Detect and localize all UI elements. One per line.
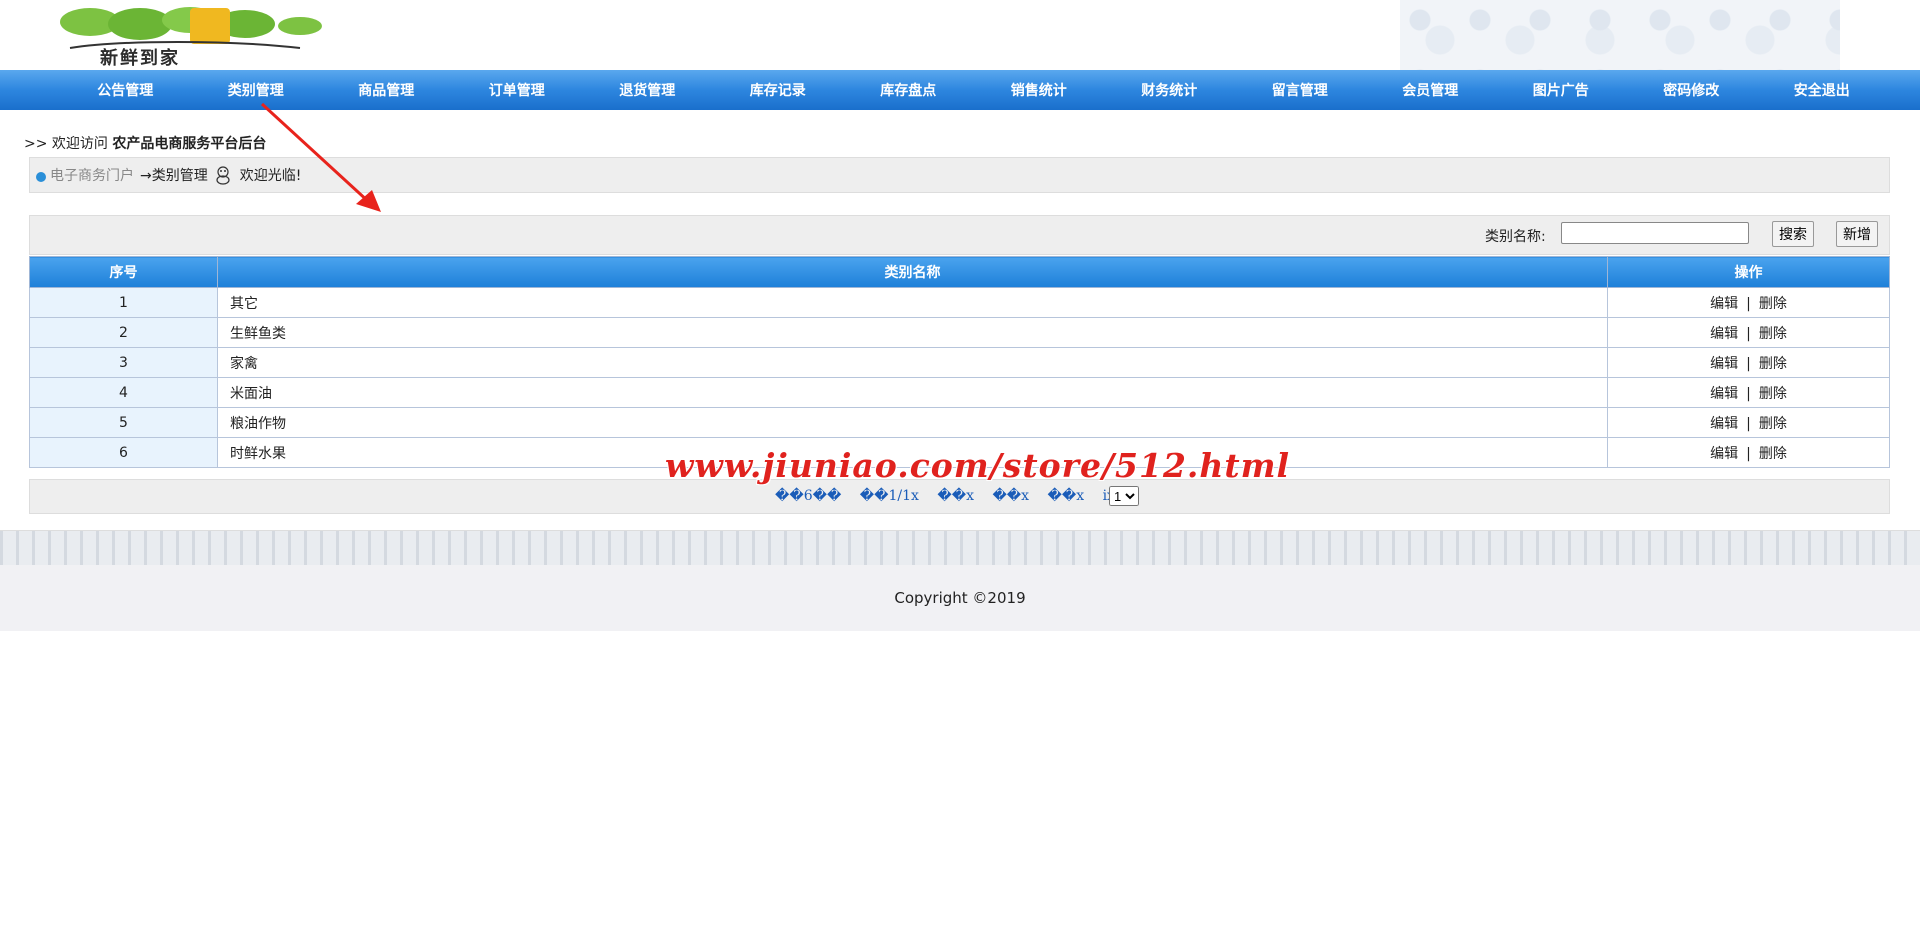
breadcrumb-greeting: 欢迎光临! [239,168,302,184]
delete-link[interactable]: 删除 [1759,326,1787,342]
edit-link[interactable]: 编辑 [1710,326,1738,342]
row-no: 5 [29,407,218,438]
header-no: 序号 [29,256,218,288]
row-name: 生鲜鱼类 [217,317,1608,348]
delete-link[interactable]: 删除 [1759,356,1787,372]
edit-link[interactable]: 编辑 [1710,416,1738,432]
header-decoration [1400,0,1920,70]
table-row: 4 米面油 编辑 | 删除 [29,377,1890,408]
breadcrumb-current: →类别管理 [140,168,208,184]
row-actions: 编辑 | 删除 [1607,437,1890,468]
category-name-input[interactable] [1561,222,1749,244]
row-no: 2 [29,317,218,348]
nav-item-stock-check[interactable]: 库存盘点 [843,80,974,100]
delete-link[interactable]: 删除 [1759,446,1787,462]
pagination-prev-link[interactable]: ��x [992,488,1029,504]
footer: Copyright ©2019 [0,565,1920,631]
table-row: 3 家禽 编辑 | 删除 [29,347,1890,378]
welcome-prefix: >> 欢迎访问 [24,136,108,152]
page-select[interactable]: 1 [1109,486,1139,506]
add-button[interactable]: 新增 [1836,221,1878,247]
watermark-text: www.jiuniao.com/store/512.html [665,446,1291,485]
edit-link[interactable]: 编辑 [1710,356,1738,372]
mascot-icon [216,166,230,185]
footer-decoration [0,530,1920,566]
pagination-next-link[interactable]: ��x [1048,488,1085,504]
header-category-name: 类别名称 [217,256,1608,288]
nav-item-change-password[interactable]: 密码修改 [1626,80,1757,100]
logo-text: 新鲜到家 [100,48,180,69]
main-nav: 公告管理 类别管理 商品管理 订单管理 退货管理 库存记录 库存盘点 销售统计 … [0,70,1920,110]
breadcrumb: 电子商务门户 →类别管理 欢迎光临! [29,157,1890,193]
row-actions: 编辑 | 删除 [1607,287,1890,318]
delete-link[interactable]: 删除 [1759,296,1787,312]
row-no: 3 [29,347,218,378]
table-row: 2 生鲜鱼类 编辑 | 删除 [29,317,1890,348]
site-name: 农产品电商服务平台后台 [112,136,267,152]
row-actions: 编辑 | 删除 [1607,377,1890,408]
nav-item-sales-stats[interactable]: 销售统计 [974,80,1105,100]
pagination-total: ��6�� [775,488,842,504]
search-button[interactable]: 搜索 [1772,221,1814,247]
row-no: 4 [29,377,218,408]
nav-item-members[interactable]: 会员管理 [1365,80,1496,100]
row-no: 1 [29,287,218,318]
nav-item-logout[interactable]: 安全退出 [1757,80,1888,100]
edit-link[interactable]: 编辑 [1710,386,1738,402]
nav-item-image-ads[interactable]: 图片广告 [1496,80,1627,100]
header-actions: 操作 [1607,256,1890,288]
row-name: 粮油作物 [217,407,1608,438]
nav-item-messages[interactable]: 留言管理 [1235,80,1366,100]
nav-item-products[interactable]: 商品管理 [321,80,452,100]
copyright-text: Copyright ©2019 [894,589,1026,607]
header: 新鲜到家 [0,0,1920,70]
nav-item-returns[interactable]: 退货管理 [582,80,713,100]
row-name: 家禽 [217,347,1608,378]
row-actions: 编辑 | 删除 [1607,317,1890,348]
nav-item-stock-records[interactable]: 库存记录 [713,80,844,100]
welcome-line: >> 欢迎访问 农产品电商服务平台后台 [24,133,266,153]
table-row: 5 粮油作物 编辑 | 删除 [29,407,1890,438]
category-table: 序号 类别名称 操作 1 其它 编辑 | 删除 2 生鲜鱼类 编辑 | 删除 3 家禽 … [29,256,1890,468]
pagination-links: ��6�� ��1/1x ��x ��x ��x ix [775,488,1129,504]
nav-item-announcements[interactable]: 公告管理 [60,80,191,100]
edit-link[interactable]: 编辑 [1710,446,1738,462]
row-no: 6 [29,437,218,468]
delete-link[interactable]: 删除 [1759,416,1787,432]
search-bar: 类别名称: 搜索 新增 [29,215,1890,255]
nav-item-finance-stats[interactable]: 财务统计 [1104,80,1235,100]
bullet-icon [36,172,46,182]
breadcrumb-portal-link[interactable]: 电子商务门户 [50,165,134,185]
category-name-label: 类别名称: [1485,229,1546,245]
nav-item-orders[interactable]: 订单管理 [452,80,583,100]
edit-link[interactable]: 编辑 [1710,296,1738,312]
row-name: 米面油 [217,377,1608,408]
delete-link[interactable]: 删除 [1759,386,1787,402]
nav-item-categories[interactable]: 类别管理 [191,80,322,100]
pagination-first-link[interactable]: ��x [937,488,974,504]
row-actions: 编辑 | 删除 [1607,347,1890,378]
table-row: 1 其它 编辑 | 删除 [29,287,1890,318]
table-header-row: 序号 类别名称 操作 [29,256,1890,288]
pagination-page-info: ��1/1x [859,488,919,504]
row-actions: 编辑 | 删除 [1607,407,1890,438]
row-name: 其它 [217,287,1608,318]
logo [60,7,322,49]
